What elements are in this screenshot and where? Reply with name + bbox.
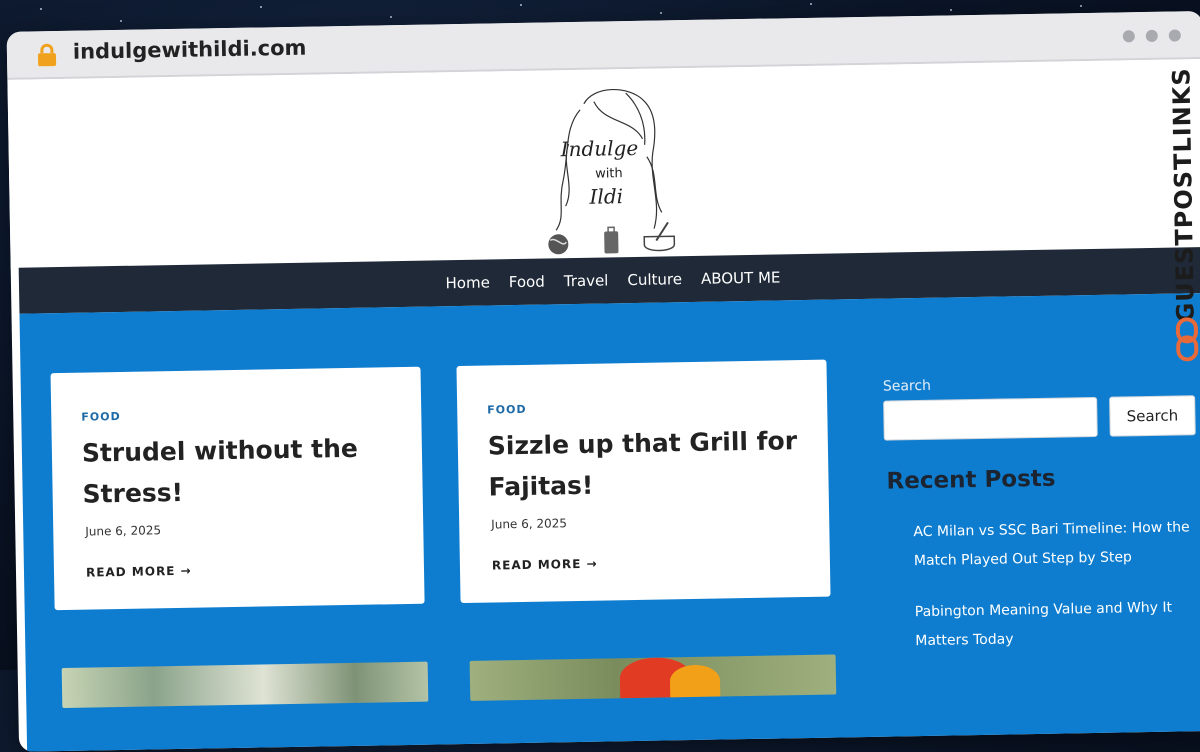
post-card: FOOD Sizzle up that Grill for Fajitas! J… bbox=[456, 359, 831, 604]
search-button[interactable]: Search bbox=[1109, 395, 1196, 437]
nav-item-culture[interactable]: Culture bbox=[627, 270, 682, 289]
main-content: FOOD Strudel without the Stress! June 6,… bbox=[19, 292, 1200, 752]
watermark: GUESTPOSTLINKS bbox=[1167, 67, 1200, 367]
window-dot-icon bbox=[1122, 30, 1135, 43]
post-title[interactable]: Sizzle up that Grill for Fajitas! bbox=[488, 420, 809, 508]
post-date: June 6, 2025 bbox=[85, 523, 162, 539]
logo-line2: with bbox=[595, 166, 623, 181]
site-header: Indulge with Ildi bbox=[7, 59, 1200, 270]
browser-frame: indulgewithildi.com Indulge with Ildi Ho… bbox=[0, 0, 1200, 752]
post-date: June 6, 2025 bbox=[491, 516, 568, 532]
window-controls bbox=[1122, 29, 1181, 43]
search-label: Search bbox=[882, 377, 932, 395]
lock-icon bbox=[37, 43, 57, 67]
suitcase-icon bbox=[604, 226, 619, 254]
sidebar: Search Search Recent Posts AC Milan vs S… bbox=[883, 373, 1200, 649]
read-more-link[interactable]: READ MORE → bbox=[492, 557, 598, 573]
nav-item-travel[interactable]: Travel bbox=[564, 271, 609, 290]
url-text[interactable]: indulgewithildi.com bbox=[73, 36, 307, 64]
post-category[interactable]: FOOD bbox=[487, 403, 527, 417]
nav-item-food[interactable]: Food bbox=[509, 273, 545, 292]
window-dot-icon bbox=[1168, 29, 1181, 42]
window-dot-icon bbox=[1145, 29, 1158, 43]
nav-item-about-me[interactable]: ABOUT ME bbox=[701, 268, 781, 287]
post-image[interactable] bbox=[61, 661, 429, 709]
recent-post-link[interactable]: Pabington Meaning Value and Why It Matte… bbox=[915, 593, 1200, 656]
post-category[interactable]: FOOD bbox=[81, 410, 121, 424]
logo-line3: Ildi bbox=[588, 184, 623, 209]
pot-icon bbox=[643, 221, 676, 252]
image-shape bbox=[669, 664, 721, 698]
post-image[interactable] bbox=[469, 654, 837, 701]
recent-post-link[interactable]: AC Milan vs SSC Bari Timeline: How the M… bbox=[913, 513, 1200, 576]
read-more-link[interactable]: READ MORE → bbox=[86, 564, 192, 580]
logo-line1: Indulge bbox=[559, 136, 638, 161]
post-title[interactable]: Strudel without the Stress! bbox=[82, 427, 403, 515]
link-chain-icon bbox=[1175, 317, 1199, 362]
globe-icon bbox=[548, 234, 569, 255]
recent-posts-heading: Recent Posts bbox=[886, 465, 1056, 495]
browser-window: indulgewithildi.com Indulge with Ildi Ho… bbox=[6, 11, 1200, 752]
search-input[interactable] bbox=[883, 396, 1098, 441]
nav-item-home[interactable]: Home bbox=[445, 273, 490, 292]
site-logo[interactable]: Indulge with Ildi bbox=[534, 82, 687, 261]
post-card: FOOD Strudel without the Stress! June 6,… bbox=[50, 366, 425, 611]
watermark-text: GUESTPOSTLINKS bbox=[1167, 67, 1200, 323]
